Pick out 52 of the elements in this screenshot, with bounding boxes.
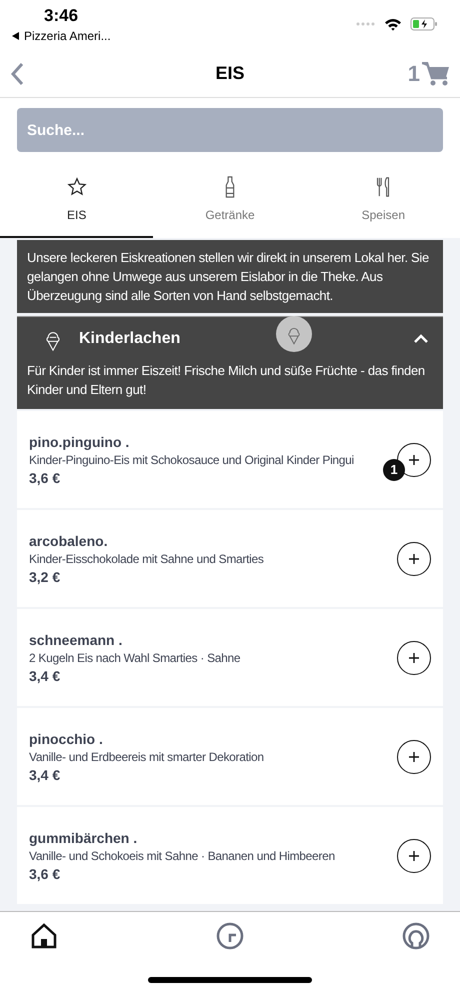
item-name: pinocchio .	[29, 730, 104, 746]
battery-icon	[410, 17, 438, 31]
menu-item-card[interactable]: schneemann . 2 Kugeln Eis nach Wahl Smarties · Sahne 3,4 €	[17, 609, 443, 706]
home-icon[interactable]	[30, 922, 58, 950]
cart-icon[interactable]	[422, 62, 450, 86]
item-name: gummibärchen .	[29, 830, 138, 846]
plus-icon	[408, 750, 420, 762]
add-button[interactable]	[397, 838, 431, 872]
item-name: arcobaleno.	[29, 532, 109, 548]
item-price: 3,4 €	[29, 766, 62, 782]
menu-item-card[interactable]: pinocchio . Vanille- und Erdbeereis mit smarter Dekoration 3,4 €	[17, 708, 443, 805]
item-price: 3,6 €	[29, 866, 62, 882]
back-icon[interactable]	[10, 62, 24, 86]
intro-text: Unsere leckeren Eiskreationen stellen wir direkt in unserem Lokal her. Sie gelangen ohne Umwege aus unserem Eislabor in die Theke. Aus Überzeugung sind alle Sorten von Hand selbstgemacht.	[27, 249, 430, 305]
plus-icon	[408, 652, 420, 664]
item-price: 3,6 €	[29, 470, 62, 486]
collapse-chevron-icon[interactable]	[413, 334, 429, 344]
clock-icon[interactable]	[216, 922, 244, 950]
plus-icon	[408, 850, 420, 862]
item-description: Vanille- und Schokoeis mit Sahne · Bananen und Himbeeren	[29, 848, 336, 862]
wifi-icon	[384, 18, 402, 30]
quantity-badge: 1	[383, 458, 405, 480]
item-name: schneemann .	[29, 632, 124, 648]
add-button[interactable]	[397, 542, 431, 576]
cart-count: 1	[408, 60, 420, 86]
search-field[interactable]: Suche...	[17, 108, 443, 152]
item-description: Kinder-Pinguino-Eis mit Schokosauce und Original Kinder Pingui	[29, 452, 355, 466]
category-tab[interactable]: Speisen	[306, 162, 460, 238]
page-title: EIS	[216, 63, 244, 84]
menu-item-card[interactable]: pino.pinguino . Kinder-Pinguino-Eis mit Schokosauce und Original Kinder Pingui 3,6 € 1	[17, 411, 443, 508]
category-title: Kinderlachen	[79, 330, 180, 348]
add-button[interactable]	[397, 640, 431, 674]
item-description: Vanille- und Erdbeereis mit smarter Dekoration	[29, 750, 265, 764]
back-to-app-link[interactable]: Pizzeria Ameri...	[12, 29, 111, 43]
add-button[interactable]	[397, 442, 431, 476]
item-price: 3,4 €	[29, 668, 62, 684]
item-price: 3,2 €	[29, 568, 62, 584]
menu-item-card[interactable]: gummibärchen . Vanille- und Schokoeis mit Sahne · Bananen und Himbeeren 3,6 €	[17, 807, 443, 904]
status-time: 3:46	[44, 6, 80, 26]
back-triangle-icon	[12, 32, 20, 40]
add-button[interactable]	[397, 740, 431, 774]
plus-icon	[408, 552, 420, 564]
category-tab[interactable]: Getränke	[153, 162, 307, 238]
category-description: Für Kinder ist immer Eiszeit! Frische Milch und süße Früchte - das finden Kinder und Eltern gut!	[27, 362, 426, 399]
item-description: 2 Kugeln Eis nach Wahl Smarties · Sahne	[29, 650, 242, 664]
star-icon	[66, 176, 88, 198]
item-description: Kinder-Eisschokolade mit Sahne und Smarties	[29, 552, 265, 566]
profile-icon[interactable]	[402, 922, 430, 950]
plus-icon	[408, 454, 420, 466]
item-name: pino.pinguino .	[29, 434, 130, 450]
menu-item-card[interactable]: arcobaleno. Kinder-Eisschokolade mit Sahne und Smarties 3,2 €	[17, 510, 443, 607]
signal-icon	[356, 22, 376, 26]
